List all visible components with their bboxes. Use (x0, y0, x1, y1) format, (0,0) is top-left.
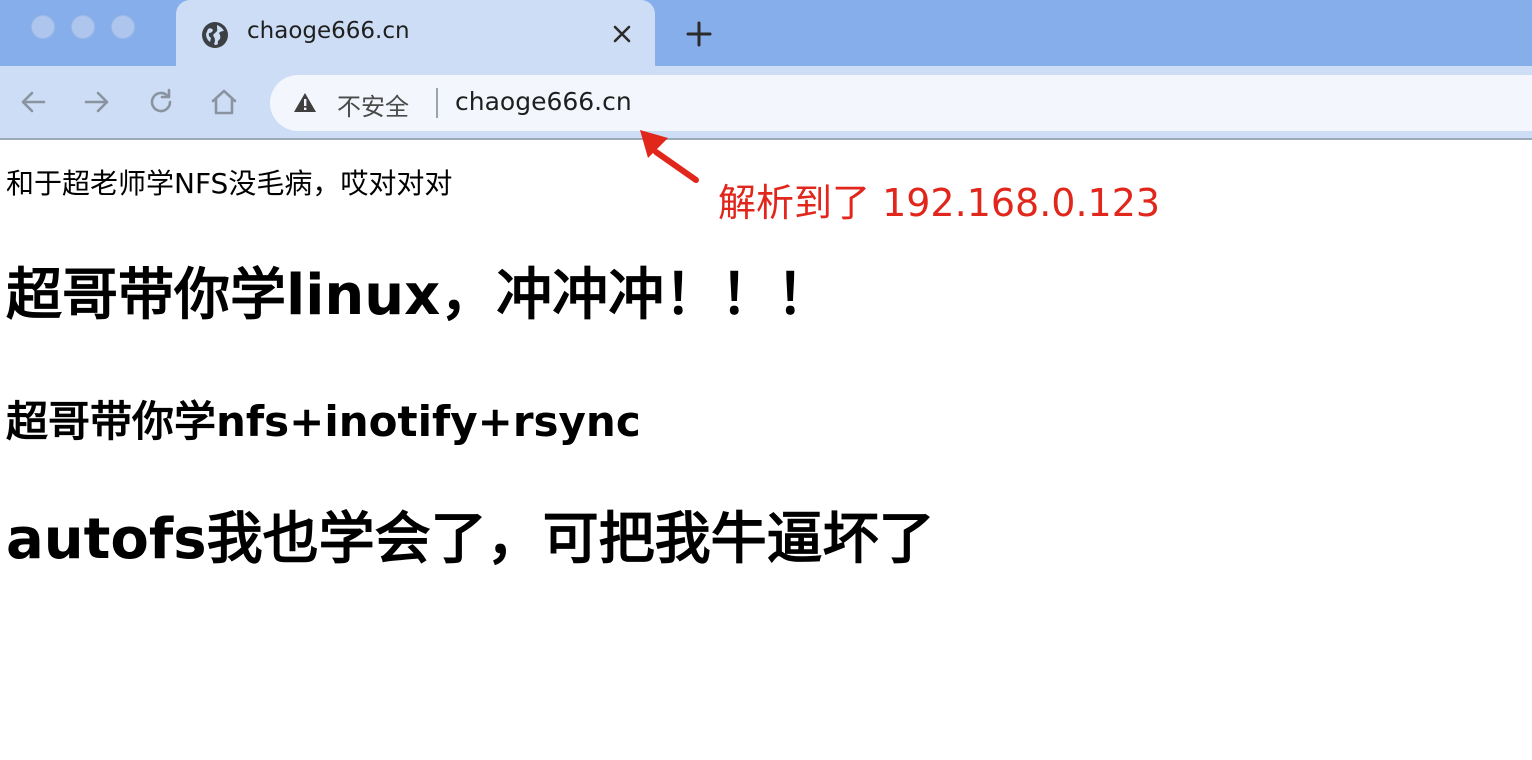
home-icon[interactable] (208, 86, 240, 118)
page-heading-autofs: autofs我也学会了，可把我牛逼坏了 (6, 507, 935, 572)
page-content: 和于超老师学NFS没毛病，哎对对对 超哥带你学linux，冲冲冲！！！ 超哥带你… (0, 142, 1532, 760)
window-zoom-button[interactable] (111, 15, 135, 39)
warning-icon[interactable] (292, 90, 318, 116)
close-icon[interactable] (608, 20, 636, 48)
tab-strip: chaoge666.cn (0, 0, 1532, 68)
globe-icon (202, 22, 228, 48)
security-label[interactable]: 不安全 (337, 87, 409, 122)
address-bar[interactable]: 不安全 chaoge666.cn (270, 75, 1532, 131)
plus-icon[interactable] (683, 18, 715, 50)
browser-window: chaoge666.cn 不安全 chaoge666.cn 和于超老师学NFS没… (0, 0, 1532, 760)
page-heading-nfs: 超哥带你学nfs+inotify+rsync (6, 397, 641, 446)
annotation-arrow-icon (640, 130, 699, 183)
address-divider (436, 88, 438, 118)
page-heading-linux: 超哥带你学linux，冲冲冲！！！ (6, 263, 833, 328)
arrow-right-icon[interactable] (81, 86, 113, 118)
tab-title: chaoge666.cn (247, 18, 410, 44)
annotation-label: 解析到了 192.168.0.123 (718, 181, 1161, 225)
page-paragraph: 和于超老师学NFS没毛病，哎对对对 (6, 167, 453, 200)
browser-toolbar: 不安全 chaoge666.cn (0, 66, 1532, 140)
window-minimize-button[interactable] (71, 15, 95, 39)
url-text[interactable]: chaoge666.cn (455, 87, 632, 116)
browser-tab[interactable]: chaoge666.cn (176, 0, 655, 68)
arrow-left-icon[interactable] (17, 86, 49, 118)
window-close-button[interactable] (31, 15, 55, 39)
reload-icon[interactable] (145, 86, 177, 118)
